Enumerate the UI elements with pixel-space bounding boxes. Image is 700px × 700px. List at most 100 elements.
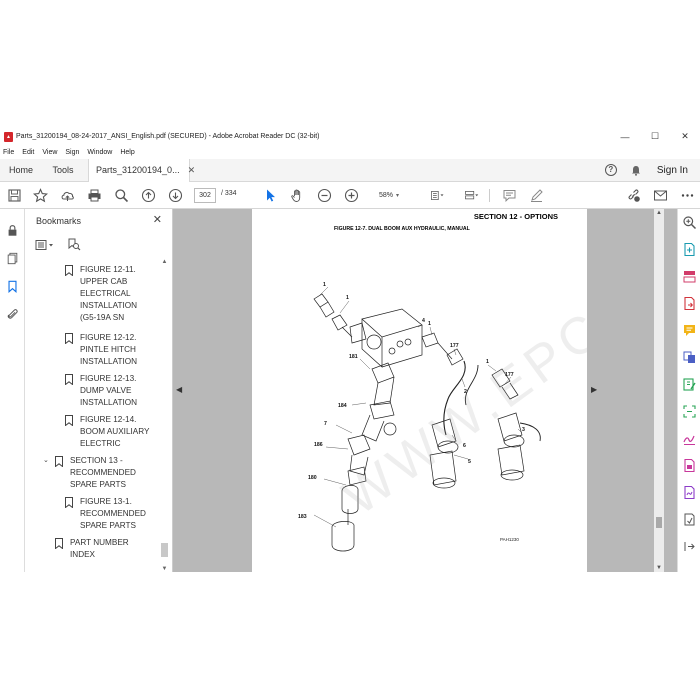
protect-pdf-icon[interactable] (682, 458, 697, 473)
bookmark-panel-icon[interactable] (5, 279, 20, 294)
page-total: / 334 (221, 190, 237, 197)
bookmarks-panel: Bookmarks ✕ FIGURE 12-11. UPPER CAB ELEC… (25, 209, 173, 572)
find-bookmark-icon[interactable] (67, 238, 81, 252)
mail-icon[interactable] (652, 187, 669, 204)
menu-edit[interactable]: Edit (22, 149, 34, 156)
title-bar: ▲ Parts_31200194_08-24-2017_ANSI_English… (0, 128, 700, 145)
bookmark-label: FIGURE 12-13. DUMP VALVE INSTALLATION (80, 374, 138, 407)
tab-home[interactable]: Home (0, 165, 42, 175)
pdf-page: SECTION 12 - OPTIONS FIGURE 12-7. DUAL B… (252, 209, 587, 572)
send-for-signature-icon[interactable] (682, 485, 697, 500)
callout-label: 181 (349, 354, 358, 360)
collapse-tools-icon[interactable] (682, 539, 697, 554)
bookmarks-title: Bookmarks (36, 216, 82, 226)
page-fit-icon[interactable] (427, 187, 447, 204)
scroll-down-icon[interactable]: ▼ (160, 566, 169, 572)
bookmark-item[interactable]: PART NUMBER INDEX (25, 537, 160, 563)
select-cursor-icon[interactable] (262, 187, 279, 204)
zoom-out-icon[interactable] (316, 187, 333, 204)
callout-label: 177 (450, 343, 459, 349)
tab-document-label: Parts_31200194_0... (96, 165, 180, 175)
menu-window[interactable]: Window (87, 149, 112, 156)
bookmark-icon (65, 415, 73, 426)
scroll-up-icon[interactable]: ▲ (160, 259, 169, 265)
page-number-input[interactable]: 302 (194, 188, 216, 203)
bookmarks-scrollbar[interactable]: ▲ ▼ (160, 259, 169, 572)
bookmark-icon (65, 497, 73, 508)
tab-document[interactable]: Parts_31200194_0... ✕ (88, 158, 195, 182)
sign-in-button[interactable]: Sign In (657, 165, 688, 176)
share-link-icon[interactable] (625, 187, 642, 204)
chevron-down-icon: ▾ (396, 193, 400, 199)
bookmark-item[interactable]: FIGURE 12-14. BOOM AUXILIARY ELECTRIC (25, 414, 160, 452)
more-options-icon[interactable] (679, 187, 696, 204)
zoom-search-icon[interactable] (113, 187, 130, 204)
close-tab-icon[interactable]: ✕ (188, 165, 196, 176)
scroll-mode-icon[interactable] (461, 187, 481, 204)
combine-files-icon[interactable] (682, 350, 697, 365)
menu-view[interactable]: View (42, 149, 57, 156)
collapse-caret-icon[interactable]: ⌄ (43, 456, 51, 464)
document-viewer: ◀ SECTION 12 - OPTIONS FIGURE 12-7. DUAL… (173, 209, 677, 572)
organize-pages-icon[interactable] (682, 269, 697, 284)
callout-label: 180 (308, 475, 317, 481)
next-page-icon[interactable] (167, 187, 184, 204)
bell-icon[interactable] (631, 165, 641, 176)
star-icon[interactable] (32, 187, 49, 204)
comment-icon[interactable] (501, 187, 518, 204)
close-panel-icon[interactable]: ✕ (153, 213, 162, 226)
zoom-level-select[interactable]: 58% ▾ (369, 188, 409, 203)
bookmark-item[interactable]: FIGURE 12-12. PINTLE HITCH INSTALLATION (25, 332, 160, 370)
menu-file[interactable]: File (3, 149, 14, 156)
pen-icon[interactable] (528, 187, 545, 204)
bookmark-item[interactable]: FIGURE 13-1. RECOMMENDED SPARE PARTS (25, 496, 160, 534)
menu-help[interactable]: Help (120, 149, 134, 156)
fill-sign-icon[interactable] (682, 431, 697, 446)
acrobat-window: ▲ Parts_31200194_08-24-2017_ANSI_English… (0, 128, 700, 572)
bookmark-item[interactable]: FIGURE 12-11. UPPER CAB ELECTRICAL INSTA… (25, 264, 160, 326)
save-icon[interactable] (6, 187, 23, 204)
lock-icon[interactable] (5, 223, 20, 238)
previous-page-icon[interactable] (140, 187, 157, 204)
menu-sign[interactable]: Sign (65, 149, 79, 156)
bookmark-options-icon[interactable] (35, 239, 55, 251)
comment-tool-icon[interactable] (682, 323, 697, 338)
right-tools-rail (677, 209, 700, 572)
export-pdf-icon[interactable] (682, 296, 697, 311)
minimize-button[interactable]: — (610, 128, 640, 145)
close-window-button[interactable]: ✕ (670, 128, 700, 145)
cloud-upload-icon[interactable] (59, 187, 76, 204)
scroll-down-icon[interactable]: ▼ (654, 565, 664, 571)
toolbar-divider (489, 189, 490, 202)
window-title: Parts_31200194_08-24-2017_ANSI_English.p… (16, 133, 320, 140)
more-tools-icon[interactable] (682, 512, 697, 527)
edit-pdf-icon[interactable] (682, 377, 697, 392)
bookmark-icon (55, 456, 63, 467)
bookmark-icon (65, 333, 73, 344)
callout-label: 5 (468, 459, 471, 465)
menu-bar: File Edit View Sign Window Help (0, 145, 700, 159)
scrollbar-thumb[interactable] (656, 517, 662, 528)
bookmark-icon (55, 538, 63, 549)
maximize-button[interactable]: ☐ (640, 128, 670, 145)
scan-ocr-icon[interactable] (682, 404, 697, 419)
create-pdf-icon[interactable] (682, 242, 697, 257)
zoom-in-icon[interactable] (343, 187, 360, 204)
tab-tools[interactable]: Tools (42, 165, 84, 175)
callout-label: 1 (323, 282, 326, 288)
callout-label: 183 (298, 514, 307, 520)
scroll-up-icon[interactable]: ▲ (654, 210, 664, 216)
print-icon[interactable] (86, 187, 103, 204)
bookmark-item[interactable]: FIGURE 12-13. DUMP VALVE INSTALLATION (25, 373, 160, 411)
attachment-icon[interactable] (5, 307, 20, 322)
hand-tool-icon[interactable] (289, 187, 306, 204)
callout-label: 4 (422, 318, 425, 324)
bookmark-item[interactable]: ⌄ SECTION 13 - RECOMMENDED SPARE PARTS (25, 455, 160, 493)
help-icon[interactable]: ? (604, 164, 617, 176)
document-scrollbar[interactable]: ▲ ▼ (654, 209, 664, 572)
expand-right-panel-icon[interactable]: ▶ (591, 385, 597, 394)
pages-thumbnail-icon[interactable] (5, 251, 20, 266)
collapse-left-panel-icon[interactable]: ◀ (176, 385, 182, 394)
zoom-tool-icon[interactable] (682, 215, 697, 230)
scrollbar-thumb[interactable] (161, 543, 168, 557)
